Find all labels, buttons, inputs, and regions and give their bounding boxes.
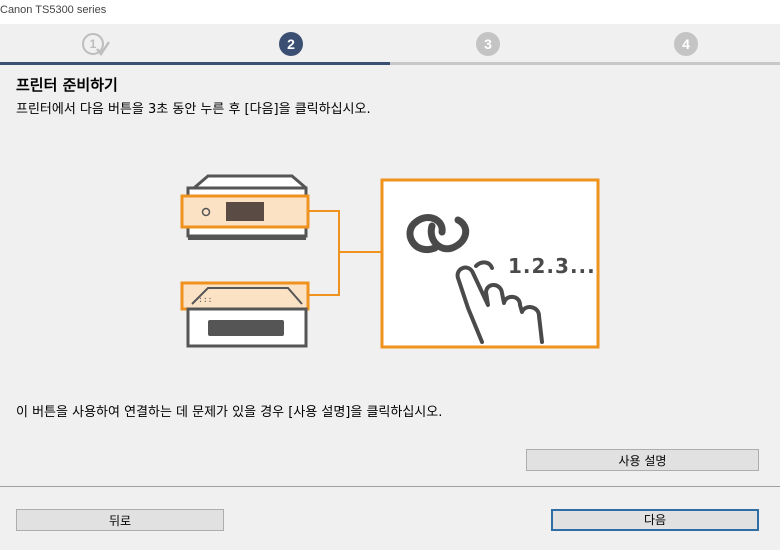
- step-2-current: 2: [279, 32, 303, 56]
- svg-text::::: :::: [198, 295, 212, 304]
- title-bar: Canon TS5300 series: [0, 0, 780, 24]
- next-button[interactable]: 다음: [551, 509, 759, 531]
- help-button[interactable]: 사용 설명: [526, 449, 759, 471]
- press-sequence-label: 1.2.3...: [508, 254, 596, 278]
- step-4-number: 4: [682, 36, 690, 52]
- step-progress-fill: [0, 62, 390, 65]
- page-title: 프린터 준비하기: [16, 76, 118, 94]
- step-3-number: 3: [484, 36, 492, 52]
- printer-bottom-icon: :::: [180, 281, 310, 348]
- footer-divider: [0, 486, 780, 487]
- step-progress-track: [0, 62, 780, 65]
- printer-illustration: ::: 1.2.3...: [170, 170, 610, 360]
- step-indicator: 1 2 3 4: [0, 24, 780, 66]
- instruction-text: 프린터에서 다음 버튼을 3초 동안 누른 후 [다음]을 클릭하십시오.: [16, 102, 371, 117]
- step-1-done-icon: 1: [82, 32, 110, 57]
- connector-lines: [308, 210, 382, 296]
- step-2-number: 2: [287, 36, 295, 52]
- printer-top-panel-icon: [180, 174, 310, 240]
- step-1-number: 1: [89, 37, 97, 51]
- help-note-text: 이 버튼을 사용하여 연결하는 데 문제가 있을 경우 [사용 설명]을 클릭하…: [16, 405, 443, 420]
- window-title: Canon TS5300 series: [0, 4, 107, 16]
- back-button[interactable]: 뒤로: [16, 509, 224, 531]
- step-4-pending: 4: [674, 32, 698, 56]
- step-3-pending: 3: [476, 32, 500, 56]
